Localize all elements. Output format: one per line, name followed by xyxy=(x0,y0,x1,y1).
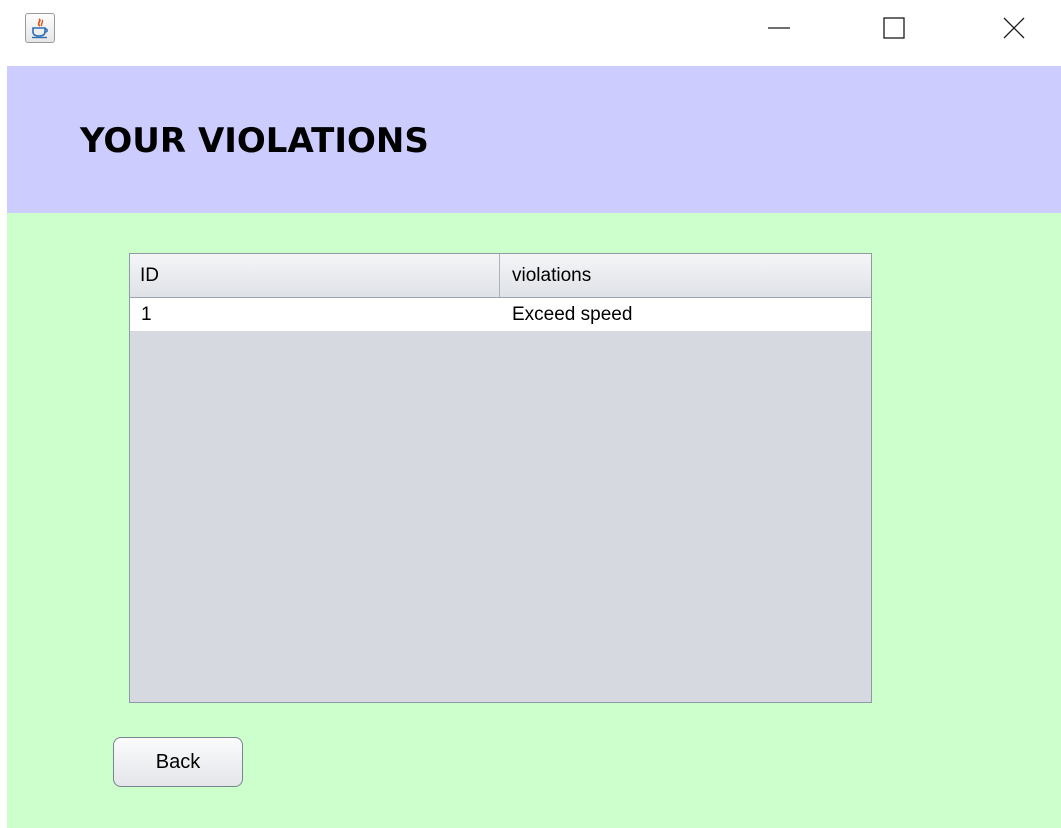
maximize-icon xyxy=(883,16,905,44)
maximize-button[interactable] xyxy=(859,0,929,60)
column-header-id[interactable]: ID xyxy=(130,254,500,297)
java-cup-icon[interactable] xyxy=(25,13,55,43)
window-titlebar xyxy=(0,0,1061,66)
cell-violation[interactable]: Exceed speed xyxy=(500,298,871,331)
content-panel: ID violations 1 Exceed speed Back xyxy=(7,213,1061,828)
back-button[interactable]: Back xyxy=(113,737,243,787)
table-row[interactable]: 1 Exceed speed xyxy=(130,298,871,331)
close-button[interactable] xyxy=(979,0,1049,60)
minimize-button[interactable] xyxy=(744,0,814,60)
cell-id[interactable]: 1 xyxy=(130,298,500,331)
header-panel: YOUR VIOLATIONS xyxy=(7,66,1061,213)
close-icon xyxy=(1003,17,1025,44)
page-title: YOUR VIOLATIONS xyxy=(80,121,429,161)
table-header: ID violations xyxy=(130,254,871,298)
minimize-icon xyxy=(768,17,790,44)
violations-table[interactable]: ID violations 1 Exceed speed xyxy=(129,253,872,703)
column-header-violations[interactable]: violations xyxy=(500,254,871,297)
